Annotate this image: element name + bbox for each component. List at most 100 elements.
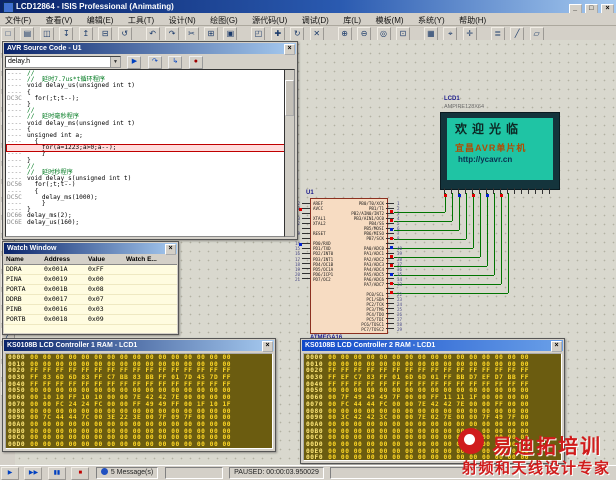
undo-icon[interactable]: ↶ bbox=[146, 27, 160, 41]
watch-address: 0x0016 bbox=[44, 305, 88, 314]
scrollbar-thumb[interactable] bbox=[285, 80, 294, 116]
step-into-button[interactable]: ↳ bbox=[168, 56, 182, 69]
message-panel[interactable]: 5 Message(s) bbox=[96, 467, 158, 479]
watch-row[interactable]: DDRB0x00170x07 bbox=[4, 295, 177, 305]
memory2-titlebar[interactable]: KS0108B LCD Controller 2 RAM - LCD1 × bbox=[302, 340, 563, 351]
zoom-in-icon[interactable]: ⊕ bbox=[338, 27, 352, 41]
breakpoint-button[interactable]: ● bbox=[189, 56, 203, 69]
source-file-selector[interactable]: delay.h▼ bbox=[5, 56, 121, 68]
pause-button[interactable]: ▮▮ bbox=[48, 467, 66, 480]
watch-col-value[interactable]: Value bbox=[88, 255, 126, 264]
code-scrollbar[interactable] bbox=[284, 69, 295, 237]
cursor-icon[interactable]: ✛ bbox=[463, 27, 477, 41]
chevron-down-icon: ▼ bbox=[110, 57, 120, 67]
watch-window-titlebar[interactable]: Watch Window × bbox=[4, 243, 177, 254]
watch-name: PINA bbox=[4, 275, 44, 284]
wire bbox=[394, 275, 494, 276]
watermark-logo-inner bbox=[464, 434, 475, 445]
watch-row[interactable]: DDRA0x001A0xFF bbox=[4, 265, 177, 275]
logic-state-marker bbox=[500, 194, 503, 197]
run-button[interactable]: ▶ bbox=[127, 56, 141, 69]
memory-address: 00A0 bbox=[306, 421, 323, 428]
code-addr: DC6E bbox=[7, 220, 27, 226]
code-area[interactable]: ----// ----// 延时7.7us*t循环程序 ----void del… bbox=[5, 69, 286, 237]
new-sheet-icon[interactable]: ▱ bbox=[530, 27, 544, 41]
paste-icon[interactable]: ▣ bbox=[223, 27, 237, 41]
watch-row[interactable]: PORTA0x001B0x08 bbox=[4, 285, 177, 295]
wire bbox=[480, 193, 481, 257]
play-button[interactable]: ▶ bbox=[1, 467, 19, 480]
export-icon[interactable]: ↥ bbox=[79, 27, 93, 41]
memory-bytes: 00 00 00 00 00 00 00 00 00 00 00 00 00 0… bbox=[30, 441, 231, 448]
copy-icon[interactable]: ⊞ bbox=[204, 27, 218, 41]
block-rotate-icon[interactable]: ↻ bbox=[290, 27, 304, 41]
import-icon[interactable]: ↧ bbox=[59, 27, 73, 41]
redo-icon[interactable]: ↷ bbox=[165, 27, 179, 41]
memory-address: 00A0 bbox=[8, 421, 25, 428]
grid-toggle-icon[interactable]: ▦ bbox=[424, 27, 438, 41]
lcd-display[interactable]: 欢迎光临 宜昌AVR单片机 http://ycavr.cn bbox=[440, 112, 560, 190]
wire bbox=[473, 193, 474, 248]
memory1-titlebar[interactable]: KS0108B LCD Controller 1 RAM - LCD1 × bbox=[4, 340, 274, 351]
memory2-title: KS0108B LCD Controller 2 RAM - LCD1 bbox=[305, 342, 435, 349]
wire bbox=[487, 193, 488, 266]
watch-row[interactable]: PINB0x00160x03 bbox=[4, 305, 177, 315]
watch-col-name[interactable]: Name bbox=[4, 255, 44, 264]
memory1-dump: 000000 00 00 00 00 00 00 00 00 00 00 00 … bbox=[5, 353, 273, 449]
new-file-icon[interactable]: □ bbox=[1, 27, 15, 41]
watch-col-expr[interactable]: Watch E... bbox=[126, 255, 157, 264]
zoom-out-icon[interactable]: ⊖ bbox=[357, 27, 371, 41]
chip-right-pin-numbers: 1 2 3 4 5 6 7 8 40 39 38 37 36 35 34 33 … bbox=[397, 201, 402, 332]
watch-row[interactable]: PINA0x00190x00 bbox=[4, 275, 177, 285]
memory-address: 0070 bbox=[8, 401, 25, 408]
watch-window-close-icon[interactable]: × bbox=[165, 244, 176, 255]
wire bbox=[466, 193, 467, 239]
watch-row[interactable]: PORTB0x00180x09 bbox=[4, 315, 177, 325]
memory2-close-icon[interactable]: × bbox=[551, 341, 562, 352]
step-over-button[interactable]: ↷ bbox=[148, 56, 162, 69]
watch-address: 0x001B bbox=[44, 285, 88, 294]
lcd-ram-window-1: KS0108B LCD Controller 1 RAM - LCD1 × 00… bbox=[2, 338, 276, 452]
watch-value: 0x08 bbox=[88, 285, 126, 294]
origin-icon[interactable]: ⌖ bbox=[443, 27, 457, 41]
source-code-window: AVR Source Code - U1 × delay.h▼ ▶ ↷ ↳ ● … bbox=[2, 41, 298, 240]
cut-icon[interactable]: ✂ bbox=[185, 27, 199, 41]
lcd-screen: 欢迎光临 宜昌AVR单片机 http://ycavr.cn bbox=[447, 118, 553, 180]
zoom-all-icon[interactable]: ◎ bbox=[377, 27, 391, 41]
block-move-icon[interactable]: ✚ bbox=[271, 27, 285, 41]
watch-value: 0xFF bbox=[88, 265, 126, 274]
lcd-text-line3: http://ycavr.cn bbox=[458, 155, 512, 164]
source-window-toolbar: delay.h▼ ▶ ↷ ↳ ● bbox=[3, 55, 297, 70]
message-count: 5 Message(s) bbox=[111, 469, 153, 476]
simulation-status: PAUSED: 00:00:03.950029 bbox=[229, 467, 324, 479]
print-icon[interactable]: ⊟ bbox=[98, 27, 112, 41]
memory1-close-icon[interactable]: × bbox=[262, 341, 273, 352]
pick-device-icon[interactable]: ≣ bbox=[491, 27, 505, 41]
watch-address: 0x0017 bbox=[44, 295, 88, 304]
block-delete-icon[interactable]: ✕ bbox=[310, 27, 324, 41]
source-window-close-icon[interactable]: × bbox=[284, 44, 295, 55]
source-window-titlebar[interactable]: AVR Source Code - U1 × bbox=[4, 43, 296, 54]
chip-right-pin-stubs bbox=[386, 203, 394, 333]
step-button[interactable]: ▶▶ bbox=[24, 467, 42, 480]
logic-state-marker bbox=[390, 219, 393, 222]
memory-address: 0030 bbox=[306, 374, 323, 381]
refresh-icon[interactable]: ↺ bbox=[118, 27, 132, 41]
wire bbox=[501, 193, 502, 284]
watch-name: PORTA bbox=[4, 285, 44, 294]
title-bar[interactable]: LCD12864 - ISIS Professional (Animating)… bbox=[0, 0, 616, 13]
zoom-area-icon[interactable]: ⊡ bbox=[396, 27, 410, 41]
wire bbox=[494, 193, 495, 275]
logic-state-marker bbox=[390, 264, 393, 267]
memory-address: 0030 bbox=[8, 374, 25, 381]
logic-state-marker bbox=[390, 246, 393, 249]
block-copy-icon[interactable]: ◰ bbox=[251, 27, 265, 41]
wire bbox=[394, 221, 452, 222]
save-icon[interactable]: ◫ bbox=[40, 27, 54, 41]
open-folder-icon[interactable]: ▤ bbox=[20, 27, 34, 41]
watch-col-address[interactable]: Address bbox=[44, 255, 88, 264]
chip-left-pin-names: AREF AVCC XTAL1 XTAL2 RESET PD0/RXD PD1/… bbox=[313, 201, 333, 282]
autoroute-icon[interactable]: ╱ bbox=[510, 27, 524, 41]
wire bbox=[394, 248, 473, 249]
stop-button[interactable]: ■ bbox=[71, 467, 89, 480]
